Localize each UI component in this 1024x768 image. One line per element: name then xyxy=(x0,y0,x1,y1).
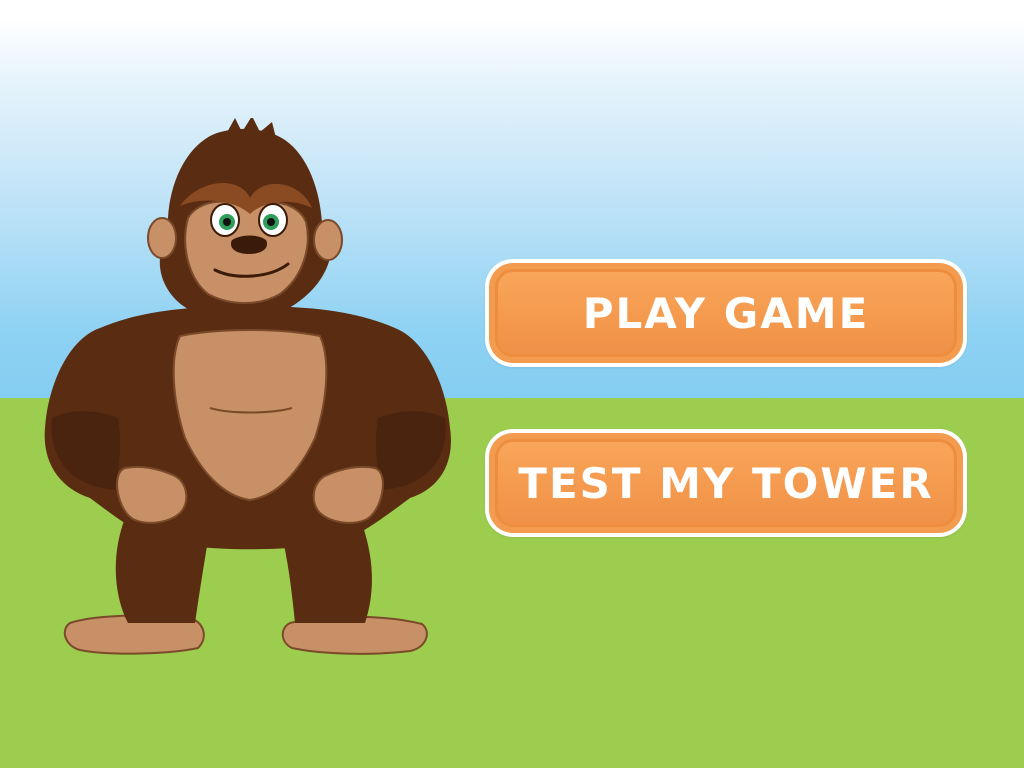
test-my-tower-button-face: TEST MY TOWER xyxy=(495,439,957,527)
title-screen: PLAY GAME TEST MY TOWER xyxy=(0,0,1024,768)
play-game-button[interactable]: PLAY GAME xyxy=(485,259,967,367)
test-my-tower-button-rim: TEST MY TOWER xyxy=(489,433,963,533)
test-my-tower-button[interactable]: TEST MY TOWER xyxy=(485,429,967,537)
play-game-button-rim: PLAY GAME xyxy=(489,263,963,363)
gorilla-mascot-icon xyxy=(44,118,451,655)
play-game-button-face: PLAY GAME xyxy=(495,269,957,357)
test-my-tower-label: TEST MY TOWER xyxy=(518,458,934,508)
play-game-label: PLAY GAME xyxy=(582,288,870,338)
